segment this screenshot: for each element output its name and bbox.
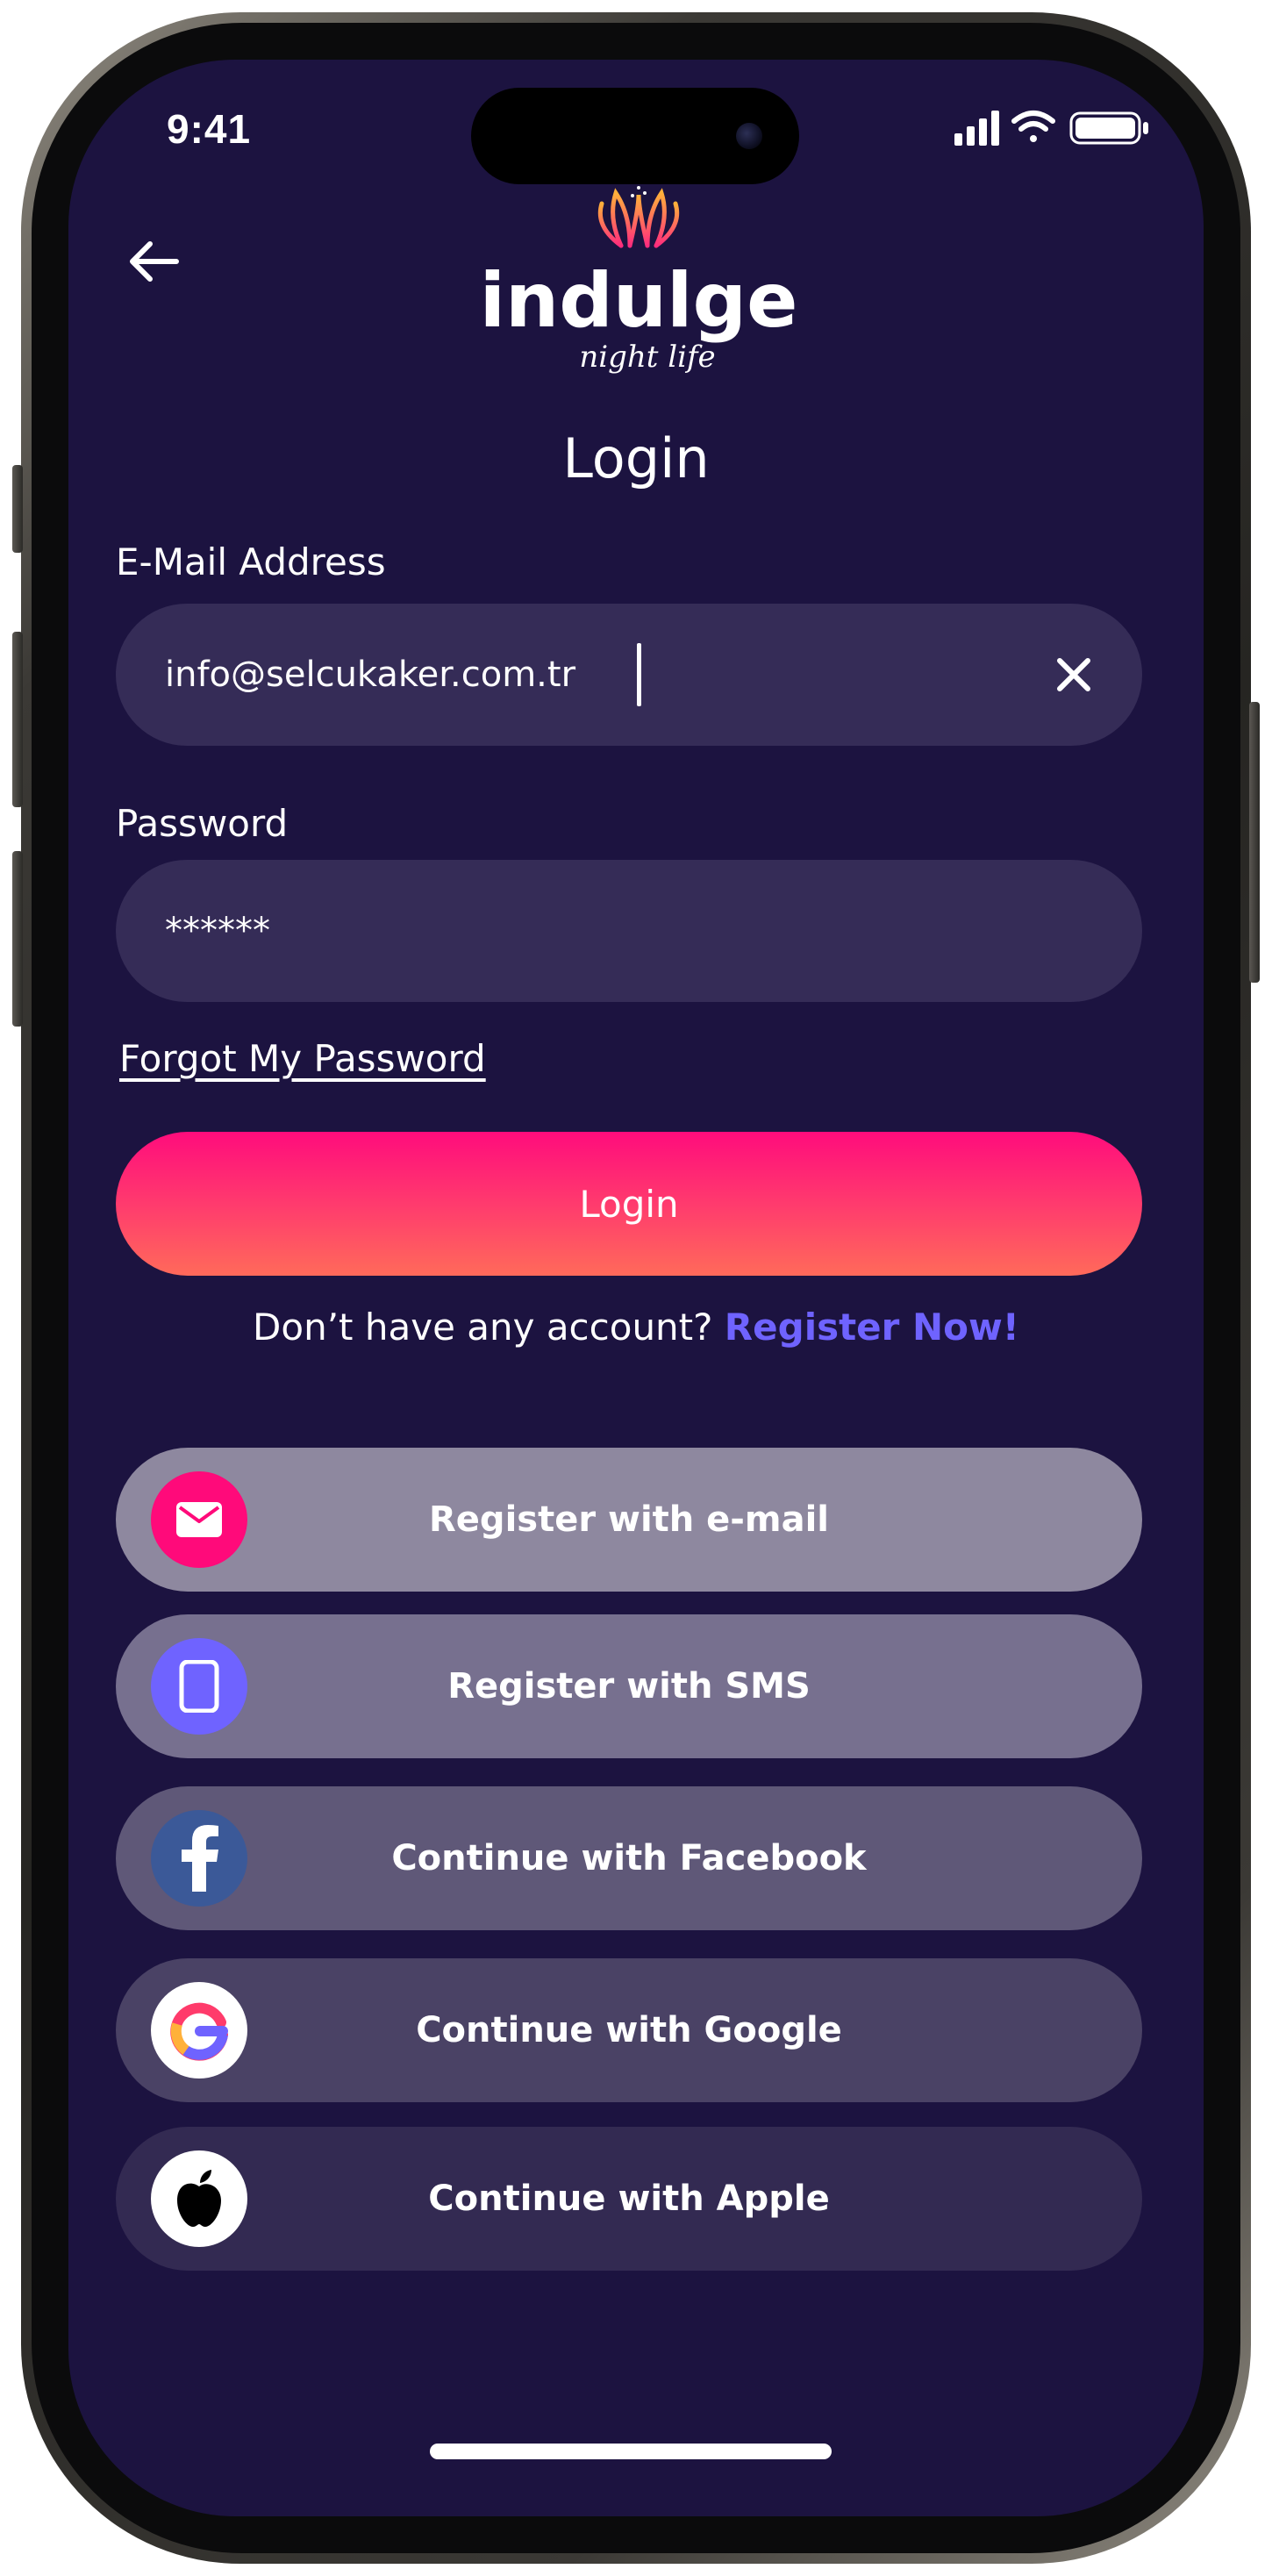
- svg-text:indulge: indulge: [480, 257, 798, 345]
- email-value: info@selcukaker.com.tr: [165, 655, 576, 695]
- register-email-label: Register with e-mail: [429, 1499, 829, 1540]
- camera-icon: [736, 123, 762, 149]
- battery-icon: [1069, 111, 1148, 145]
- apple-button[interactable]: Continue with Apple: [116, 2127, 1142, 2271]
- apple-label: Continue with Apple: [428, 2179, 830, 2219]
- register-sms-button[interactable]: Register with SMS: [116, 1614, 1142, 1758]
- indulge-logo: indulge night life: [480, 186, 798, 375]
- dynamic-island: [471, 88, 799, 184]
- register-prompt-text: Don’t have any account?: [253, 1306, 713, 1349]
- google-button[interactable]: Continue with Google: [116, 1958, 1142, 2102]
- email-input[interactable]: info@selcukaker.com.tr: [116, 604, 1142, 746]
- arrow-left-icon: [130, 241, 179, 282]
- facebook-label: Continue with Facebook: [391, 1838, 867, 1878]
- forgot-password-link[interactable]: Forgot My Password: [119, 1037, 486, 1080]
- svg-text:night life: night life: [579, 340, 715, 375]
- password-input[interactable]: ******: [116, 860, 1142, 1002]
- login-button[interactable]: Login: [116, 1132, 1142, 1276]
- status-icons: [954, 111, 1148, 146]
- action-button: [12, 465, 23, 553]
- clear-email-button[interactable]: [1039, 640, 1109, 710]
- status-time: 9:41: [167, 106, 252, 152]
- app-screen: 9:41 indulge night life Login E-Mail Add…: [68, 60, 1204, 2516]
- register-prompt: Don’t have any account? Register Now!: [68, 1306, 1204, 1349]
- password-value: ******: [165, 911, 270, 951]
- volume-up-button: [12, 632, 23, 807]
- apple-icon: [151, 2150, 247, 2247]
- google-label: Continue with Google: [416, 2010, 842, 2050]
- register-now-link[interactable]: Register Now!: [725, 1306, 1019, 1349]
- register-email-button[interactable]: Register with e-mail: [116, 1448, 1142, 1592]
- register-sms-label: Register with SMS: [447, 1666, 811, 1707]
- google-icon: [151, 1982, 247, 2079]
- text-cursor: [637, 643, 642, 706]
- mail-icon: [151, 1471, 247, 1568]
- volume-down-button: [12, 851, 23, 1027]
- page-title: Login: [562, 426, 710, 490]
- close-icon: [1057, 658, 1090, 691]
- phone-icon: [151, 1638, 247, 1735]
- wifi-icon: [1011, 111, 1055, 142]
- back-button[interactable]: [114, 226, 193, 297]
- facebook-button[interactable]: Continue with Facebook: [116, 1786, 1142, 1930]
- power-button: [1249, 702, 1260, 983]
- email-label: E-Mail Address: [116, 540, 386, 583]
- lotus-icon: [597, 188, 680, 248]
- cellular-signal-icon: [954, 111, 999, 146]
- home-indicator[interactable]: [430, 2444, 832, 2459]
- facebook-icon: [151, 1810, 247, 1907]
- password-label: Password: [116, 802, 289, 845]
